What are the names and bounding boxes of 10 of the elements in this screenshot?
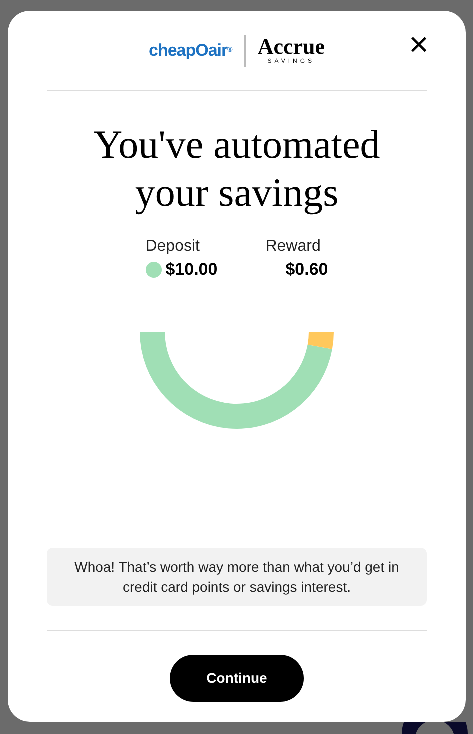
legend-value: $10.00 <box>166 260 218 280</box>
close-button[interactable]: × <box>405 31 433 59</box>
legend-label: Deposit <box>146 237 200 257</box>
title: You've automated your savings <box>92 121 382 217</box>
legend-value: $0.60 <box>286 260 328 280</box>
message-card: Whoa! That’s worth way more than what you’d get in credit card points or savings interest. <box>47 548 427 606</box>
brand-logo: Accrue <box>258 36 325 58</box>
continue-button[interactable]: Continue <box>170 655 304 702</box>
legend-label: Reward <box>266 237 321 257</box>
partner-logo: cheapOair$^{®}$ <box>148 40 232 62</box>
